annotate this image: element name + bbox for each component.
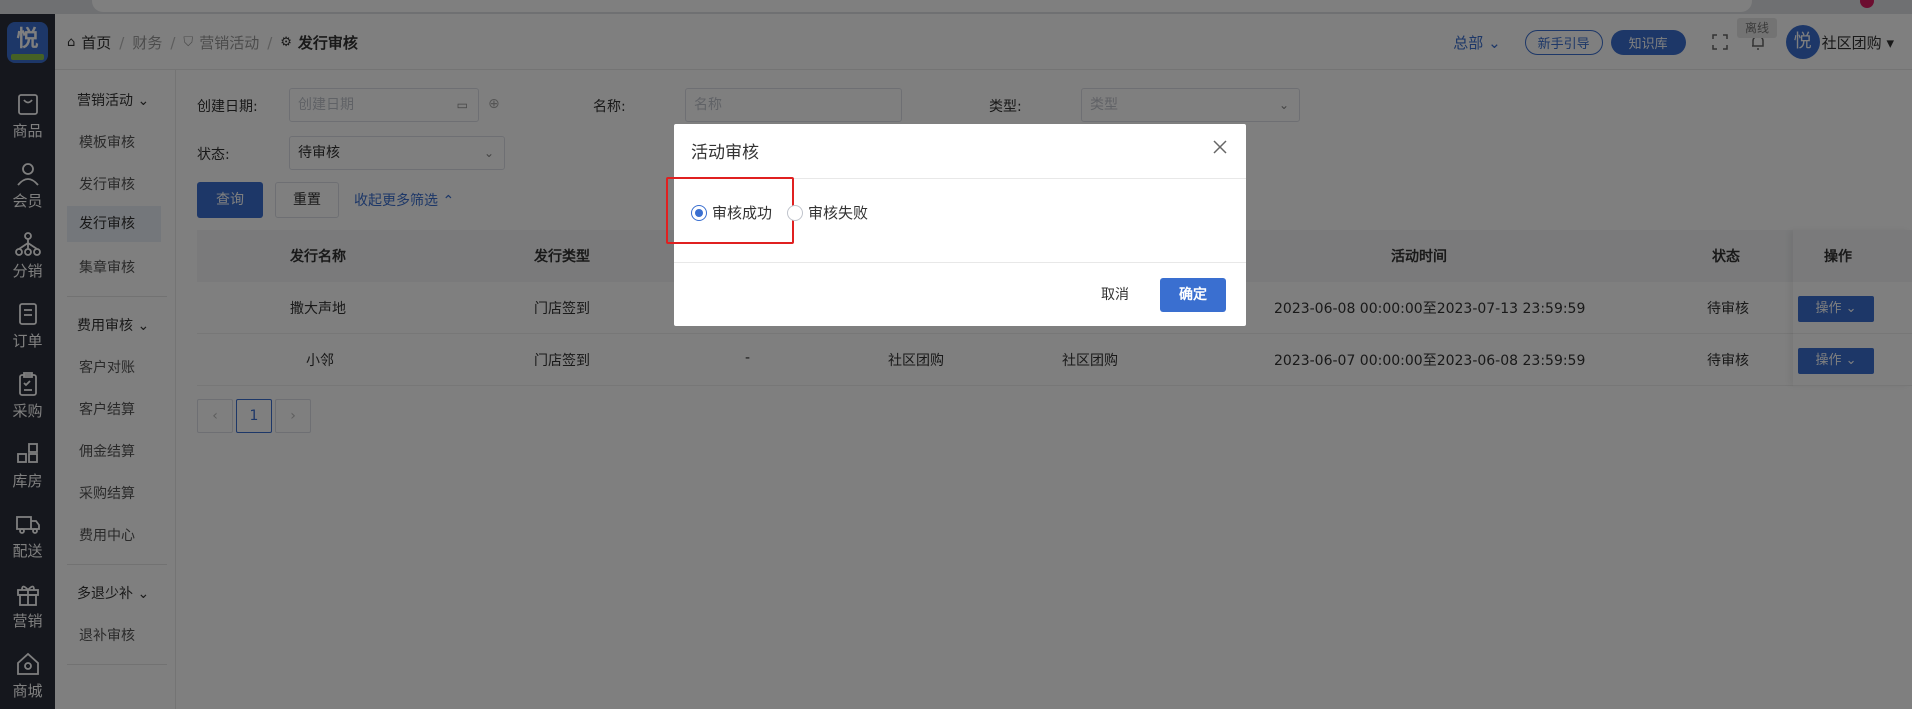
modal-footer-divider — [674, 262, 1246, 263]
radio-approve[interactable]: 审核成功 — [691, 202, 772, 223]
radio-label: 审核成功 — [712, 204, 773, 222]
radio-reject[interactable]: 审核失败 — [787, 202, 868, 223]
radio-checked-icon — [691, 204, 707, 221]
modal-title: 活动审核 — [691, 143, 759, 163]
radio-unchecked-icon — [787, 204, 803, 221]
review-modal: 活动审核 审核成功 审核失败 取消 确定 — [666, 124, 1246, 326]
radio-label: 审核失败 — [808, 204, 869, 222]
modal-mask[interactable] — [0, 0, 1912, 709]
confirm-button[interactable]: 确定 — [1160, 278, 1226, 312]
cancel-button[interactable]: 取消 — [1092, 278, 1138, 312]
close-icon[interactable] — [1211, 138, 1229, 156]
